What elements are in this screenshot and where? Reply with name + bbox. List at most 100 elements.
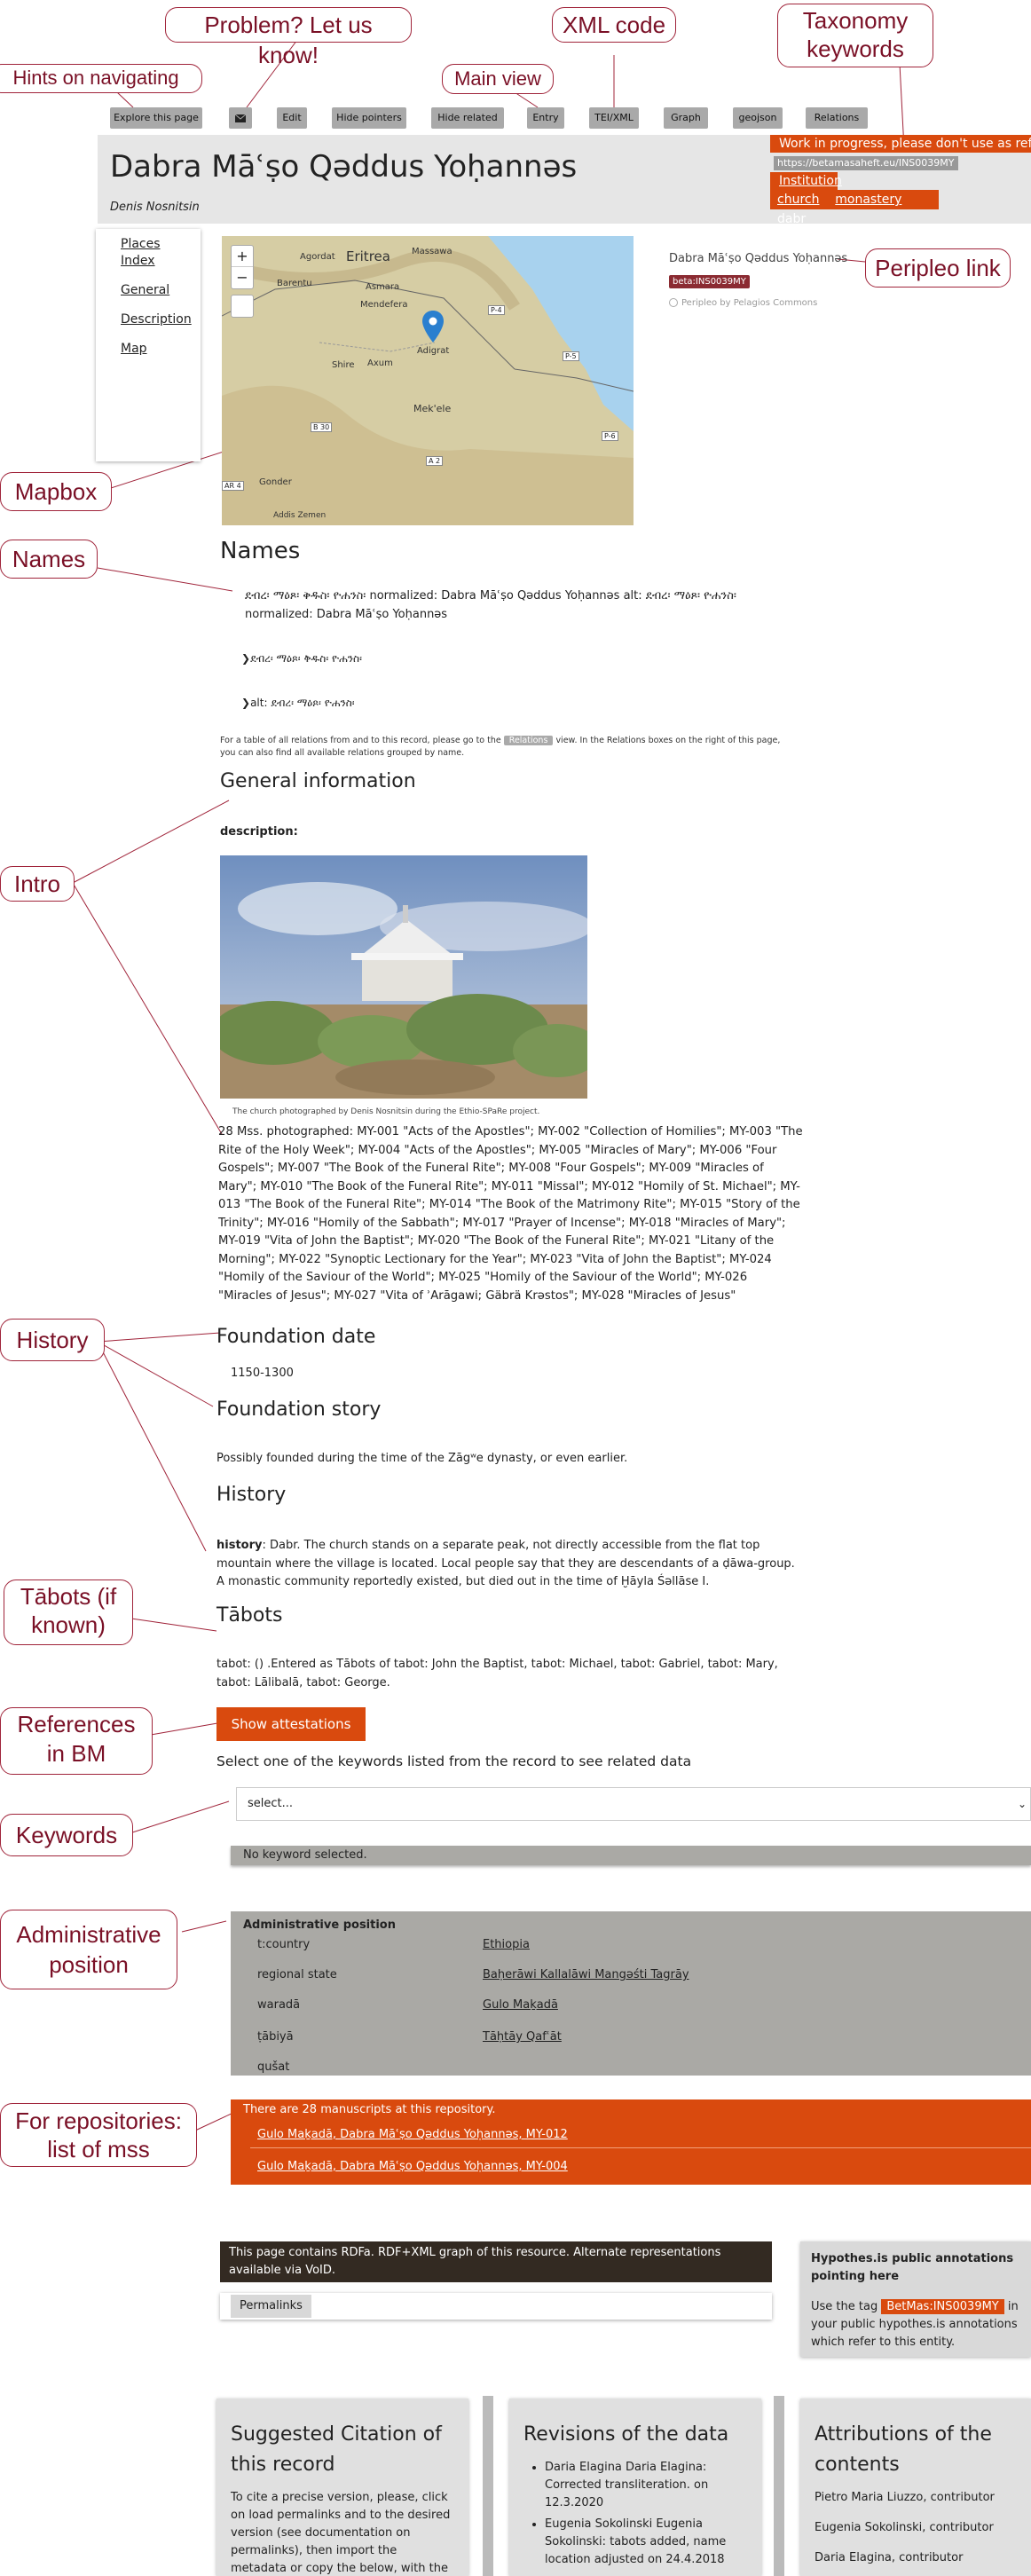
- zoom-out-button[interactable]: −: [232, 267, 253, 288]
- attribution-item: Eugenia Sokolinski, contributor: [815, 2521, 994, 2534]
- revisions-card: Revisions of the data Daria Elagina Dari…: [509, 2399, 761, 2576]
- map-label-mendefera: Mendefera: [360, 300, 408, 310]
- zoom-in-button[interactable]: +: [232, 246, 253, 267]
- hide-pointers-button[interactable]: Hide pointers: [332, 107, 406, 129]
- map-label-adigrat: Adigrat: [417, 346, 450, 356]
- peripleo-place-name[interactable]: Dabra Māʿṣo Qəddus Yoḥannəs: [669, 252, 847, 265]
- general-heading: General information: [220, 770, 416, 792]
- admin-label-warada: waradā: [257, 1998, 301, 2012]
- institution-link[interactable]: Institution: [770, 172, 842, 190]
- hide-related-button[interactable]: Hide related: [431, 107, 504, 129]
- map-pin-icon[interactable]: [422, 311, 444, 343]
- admin-value-country[interactable]: Ethiopia: [483, 1938, 530, 1951]
- tag-dabr[interactable]: dabr: [777, 212, 806, 226]
- sidebar-item-places-index[interactable]: Places Index: [121, 236, 174, 270]
- sidebar-item-general[interactable]: General: [121, 282, 174, 299]
- chevron-right-icon[interactable]: ❯: [241, 697, 250, 709]
- relations-button[interactable]: Relations: [806, 107, 868, 129]
- edit-button[interactable]: Edit: [277, 107, 307, 129]
- sidebar-item-map[interactable]: Map: [121, 341, 174, 358]
- callout-administrative: Administrative position: [0, 1910, 177, 1989]
- map-label-shire: Shire: [332, 360, 355, 370]
- road-badge-a2: A 2: [426, 456, 444, 466]
- sidebar-item-description[interactable]: Description: [121, 311, 192, 328]
- record-uri[interactable]: https://betamasaheft.eu/INS0039MY: [774, 156, 958, 170]
- callout-repositories: For repositories: list of mss: [0, 2103, 197, 2167]
- citation-scrollbar[interactable]: [483, 2396, 493, 2576]
- mss-list: 28 Mss. photographed: MY-001 "Acts of th…: [218, 1125, 803, 1303]
- callout-tabots: Tābots (if known): [4, 1579, 133, 1645]
- repository-ms-item[interactable]: Gulo Maḵadā, Dabra Māʿṣo Qəddus Yoḥannəs…: [257, 2160, 568, 2173]
- history-text: history: Dabr. The church stands on a se…: [216, 1539, 795, 1588]
- zoom-controls: + −: [231, 245, 254, 289]
- attribution-item: Pietro Maria Liuzzo, contributor: [815, 2491, 995, 2504]
- hypothesis-tag[interactable]: BetMas:INS0039MY: [881, 2299, 1004, 2314]
- repository-manuscripts-box: There are 28 manuscripts at this reposit…: [231, 2099, 1031, 2185]
- road-badge-b30: B 30: [311, 422, 333, 432]
- road-badge-ar4: AR 4: [222, 481, 244, 491]
- callout-references: References in BM: [0, 1707, 153, 1775]
- map-label-gonder: Gonder: [259, 477, 292, 487]
- admin-value-tabiya[interactable]: Tāḥtāy Qafʿāt: [483, 2030, 562, 2044]
- admin-value-regional-state[interactable]: Baḥerāwi Kallalāwi Mangəśti Tagrāy: [483, 1968, 689, 1981]
- revision-item: Daria Elagina Daria Elagina: Corrected t…: [545, 2459, 747, 2512]
- map-label-axum: Axum: [367, 358, 393, 368]
- attributions-title: Attributions of the contents: [815, 2423, 992, 2476]
- names-line3: ❯alt: ደብረ፡ ማዕጾ፡ ዮሐንስ፡: [241, 697, 355, 709]
- church-photo: [220, 855, 587, 1099]
- foundation-date-value: 1150-1300: [231, 1367, 294, 1380]
- callout-xml: XML code: [552, 7, 676, 43]
- permalinks-button[interactable]: Permalinks: [231, 2295, 311, 2318]
- history-heading: History: [216, 1484, 287, 1506]
- names-line2: ❯ደብረ፡ ማዕጾ፡ ቅዱስ፡ ዮሐንስ፡: [241, 652, 362, 665]
- rdfa-box: This page contains RDFa. RDF+XML graph o…: [220, 2241, 772, 2282]
- chevron-right-icon[interactable]: ❯: [241, 652, 250, 665]
- entry-button[interactable]: Entry: [527, 107, 564, 129]
- keywords-prompt: Select one of the keywords listed from t…: [216, 1753, 692, 1769]
- citation-text: To cite a precise version, please, click…: [231, 2491, 451, 2575]
- names-heading: Names: [220, 538, 301, 564]
- hypothesis-box: Hypothes.is public annotations pointing …: [800, 2241, 1031, 2357]
- map-label-mekele: Mek'ele: [413, 403, 452, 414]
- repository-ms-item[interactable]: Gulo Maḵadā, Dabra Māʿṣo Qəddus Yoḥannəs…: [257, 2128, 568, 2141]
- show-attestations-button[interactable]: Show attestations: [216, 1707, 366, 1741]
- relations-inline-button[interactable]: Relations: [503, 736, 554, 745]
- attribution-item: Daria Elagina, contributor: [815, 2551, 964, 2564]
- foundation-story-heading: Foundation story: [216, 1398, 382, 1421]
- callout-main-view: Main view: [442, 64, 554, 94]
- tag-church[interactable]: church: [777, 193, 819, 207]
- sidebar-nav: Places Index General Description Map: [96, 229, 201, 461]
- administrative-position-box: Administrative position t:country Ethiop…: [231, 1911, 1031, 2076]
- tag-monastery[interactable]: monastery: [835, 193, 901, 207]
- admin-label-country: t:country: [257, 1938, 311, 1951]
- callout-intro: Intro: [0, 866, 75, 902]
- keyword-select[interactable]: select... ⌄: [236, 1787, 1031, 1821]
- callout-history: History: [0, 1319, 105, 1361]
- chevron-down-icon: ⌄: [1017, 1798, 1027, 1810]
- callout-problem: Problem? Let us know!: [165, 7, 412, 68]
- attributions-card: Attributions of the contents Pietro Mari…: [800, 2399, 1031, 2576]
- names-line1: ደብረ፡ ማዕጾ፡ ቅዱስ፡ ዮሐንስ፡ normalized: Dabra M…: [245, 589, 736, 621]
- page-title: Dabra Māʿṣo Qəddus Yoḥannəs: [110, 149, 578, 185]
- explore-button[interactable]: Explore this page: [110, 107, 202, 129]
- mail-button[interactable]: [229, 107, 252, 129]
- geojson-button[interactable]: geojson: [733, 107, 783, 129]
- graph-button[interactable]: Graph: [664, 107, 708, 129]
- author: Denis Nosnitsin: [110, 201, 200, 214]
- citation-card: Suggested Citation of this record To cit…: [216, 2399, 468, 2576]
- foundation-story-text: Possibly founded during the time of the …: [216, 1452, 628, 1465]
- map-layer-button[interactable]: [231, 295, 254, 318]
- revisions-title: Revisions of the data: [523, 2423, 729, 2446]
- mapbox-map[interactable]: Eritrea Massawa Agordat Barentu Asmara M…: [222, 236, 634, 525]
- teixml-button[interactable]: TEI/XML: [589, 107, 639, 129]
- peripleo-checkbox[interactable]: Peripleo by Pelagios Commons: [669, 298, 817, 308]
- callout-hints: Hints on navigating: [0, 64, 202, 93]
- admin-value-warada[interactable]: Gulo Maḵadā: [483, 1998, 558, 2012]
- callout-taxonomy: Taxonomy keywords: [777, 4, 933, 67]
- map-label-barentu: Barentu: [277, 279, 312, 288]
- description-label: description:: [220, 825, 298, 839]
- admin-label-qusat: qušat: [257, 2060, 290, 2074]
- map-label-eritrea: Eritrea: [346, 248, 390, 264]
- map-label-addis-zemen: Addis Zemen: [273, 511, 327, 520]
- revisions-scrollbar[interactable]: [774, 2396, 784, 2576]
